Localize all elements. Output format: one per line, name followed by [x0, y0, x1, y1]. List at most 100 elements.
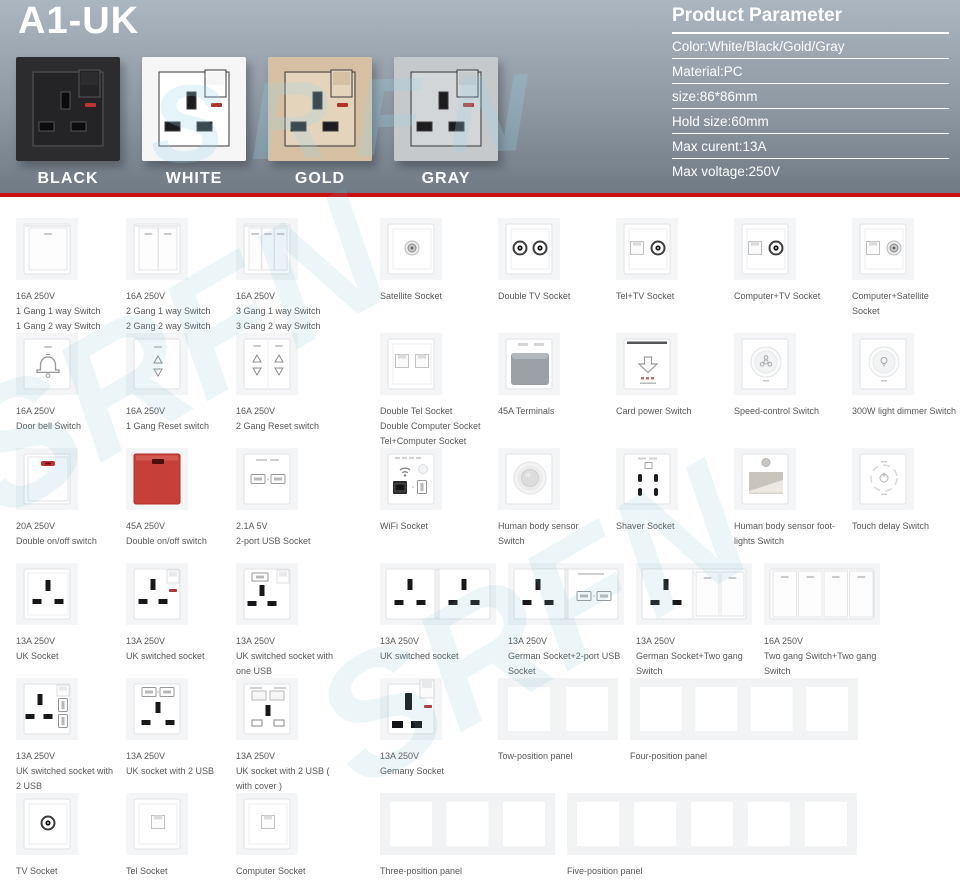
- variant-label: WHITE: [165, 170, 223, 187]
- product-label-line: Double on/off switch: [126, 535, 207, 546]
- product-terminals-45a: 45A Terminals: [498, 333, 604, 419]
- product-label-line: 13A 250V: [16, 751, 56, 761]
- product-label: Speed-control Switch: [734, 404, 840, 419]
- variant-label: GOLD: [294, 170, 346, 187]
- product-label-line: WiFi Socket: [380, 521, 429, 531]
- product-label-line: Computer+Satellite Socket: [852, 291, 929, 316]
- socket-photo: [16, 57, 120, 161]
- product-germany-socket: 13A 250V Gemany Socket: [380, 678, 486, 779]
- product-tv-socket: TV Socket: [16, 793, 114, 879]
- product-label-line: Touch delay Switch: [852, 521, 930, 531]
- product-onoff-20a: 20A 250V Double on/off switch: [16, 448, 114, 549]
- panel-4-icon: [630, 678, 858, 740]
- parameter-row: Hold size:60mm: [672, 109, 949, 134]
- product-label-line: 16A 250V: [16, 406, 56, 416]
- product-uk-switched-2usb: 13A 250V UK switched socket with 2 USB: [16, 678, 114, 794]
- product-label: 13A 250V UK switched socket: [126, 634, 224, 664]
- german-2gang-icon: [636, 563, 752, 625]
- product-label-line: Double Tel Socket: [380, 406, 453, 416]
- four-gang-switch-icon: [764, 563, 880, 625]
- product-label-line: UK switched socket: [380, 650, 459, 661]
- product-label: TV Socket: [16, 864, 114, 879]
- header: A1-UK BLACK WHITE GOLD GRAY Product Para…: [0, 0, 960, 197]
- product-label-line: German Socket+Two gang Switch: [636, 650, 743, 676]
- uk-switched-usb-icon: [236, 563, 298, 625]
- parameter-row: size:86*86mm: [672, 84, 949, 109]
- product-label-line: Speed-control Switch: [734, 406, 820, 416]
- product-label-line: Five-position panel: [567, 866, 643, 876]
- product-label: 16A 250V 3 Gang 1 way Switch 3 Gang 2 way …: [236, 289, 334, 334]
- card-power-switch-icon: [616, 333, 678, 395]
- product-label-line: Three-position panel: [380, 866, 463, 876]
- product-label: 13A 250V UK switched socket: [380, 634, 496, 664]
- product-foot-light: Human body sensor foot-lights Switch: [734, 448, 840, 549]
- product-german-2gang: 13A 250V German Socket+Two gang Switch: [636, 563, 752, 679]
- variant-label: BLACK: [37, 170, 99, 187]
- product-label: 16A 250V 2 Gang 1 way Switch 2 Gang 2 way …: [126, 289, 224, 334]
- product-label: Human body sensor Switch: [498, 519, 604, 549]
- product-tel-tv-socket: Tel+TV Socket: [616, 218, 722, 304]
- product-satellite-socket: Satellite Socket: [380, 218, 486, 304]
- product-label: Computer Socket: [236, 864, 334, 879]
- product-label-line: 16A 250V: [16, 291, 56, 301]
- product-label: Computer+TV Socket: [734, 289, 840, 304]
- uk-2usb-icon: [126, 678, 188, 740]
- uk-2usb-cover-icon: [236, 678, 298, 740]
- product-panel-2: Tow-position panel: [498, 678, 618, 764]
- product-two-gang-switch: 16A 250V 2 Gang 1 way Switch 2 Gang 2 way …: [126, 218, 224, 334]
- product-panel-3: Three-position panel: [380, 793, 555, 879]
- computer-satellite-socket-icon: [852, 218, 914, 280]
- product-computer-socket: Computer Socket: [236, 793, 334, 879]
- product-label-line: 13A 250V: [126, 636, 166, 646]
- product-grid: SRFN SRFN 16A 250V 1 Gang 1 way Switch 1 G…: [0, 157, 960, 895]
- product-label-line: 13A 250V: [126, 751, 166, 761]
- product-speed-control-switch: Speed-control Switch: [734, 333, 840, 419]
- body-sensor-icon: [498, 448, 560, 510]
- product-label-line: Double TV Socket: [498, 291, 571, 301]
- product-label-line: Tel+TV Socket: [616, 291, 675, 301]
- product-tel-socket: Tel Socket: [126, 793, 224, 879]
- double-tel-socket-icon: [380, 333, 442, 395]
- uk-switched-socket-icon: [126, 563, 188, 625]
- product-card-power-switch: Card power Switch: [616, 333, 722, 419]
- product-onoff-45a: 45A 250V Double on/off switch: [126, 448, 224, 549]
- product-label-line: Four-position panel: [630, 751, 708, 761]
- product-label: 13A 250V German Socket+Two gang Switch: [636, 634, 752, 679]
- product-label: Tel+TV Socket: [616, 289, 722, 304]
- computer-tv-socket-icon: [734, 218, 796, 280]
- product-label: 16A 250V 2 Gang Reset switch: [236, 404, 334, 434]
- product-label-line: UK socket with 2 USB: [126, 765, 215, 776]
- product-german-usb: 13A 250V German Socket+2-port USB Socket: [508, 563, 624, 679]
- touch-delay-icon: [852, 448, 914, 510]
- product-two-gang-reset: 16A 250V 2 Gang Reset switch: [236, 333, 334, 434]
- product-label: Card power Switch: [616, 404, 722, 419]
- product-label-line: 16A 250V: [236, 291, 276, 301]
- german-usb-icon: [508, 563, 624, 625]
- product-row: 16A 250V 1 Gang 1 way Switch 1 Gang 2 way …: [16, 218, 960, 333]
- product-label-line: Tel+Computer Socket: [380, 435, 467, 446]
- product-label: Four-position panel: [630, 749, 858, 764]
- product-label-line: 1 Gang 1 way Switch: [16, 305, 101, 316]
- product-computer-satellite-socket: Computer+Satellite Socket: [852, 218, 958, 319]
- product-label-line: Door bell Switch: [16, 420, 82, 431]
- product-wifi-socket: WiFi Socket: [380, 448, 486, 534]
- product-label-line: Computer Socket: [236, 866, 306, 876]
- catalog-page: SRFN A1-UK BLACK WHITE GOLD GRAY Product…: [0, 0, 960, 895]
- product-four-gang-switch: 16A 250V Two gang Switch+Two gang Switch: [764, 563, 880, 679]
- product-label-line: 3 Gang 2 way Switch: [236, 320, 321, 331]
- socket-photo: [142, 57, 246, 161]
- double-tv-socket-icon: [498, 218, 560, 280]
- color-variant-white: WHITE: [142, 57, 246, 188]
- shaver-socket-icon: [616, 448, 678, 510]
- product-label-line: 16A 250V: [236, 406, 276, 416]
- product-three-gang-switch: 16A 250V 3 Gang 1 way Switch 3 Gang 2 way …: [236, 218, 334, 334]
- product-row: 13A 250V UK Socket 13A 250V UK switched so…: [16, 563, 960, 678]
- two-gang-switch-icon: [126, 218, 188, 280]
- product-label: 16A 250V 1 Gang 1 way Switch 1 Gang 2 way …: [16, 289, 114, 334]
- product-label-line: 45A 250V: [126, 521, 166, 531]
- uk-socket-icon: [16, 563, 78, 625]
- product-label-line: UK switched socket: [126, 650, 205, 661]
- panel-3-icon: [380, 793, 555, 855]
- product-double-tv-socket: Double TV Socket: [498, 218, 604, 304]
- product-label-line: Tel Socket: [126, 866, 168, 876]
